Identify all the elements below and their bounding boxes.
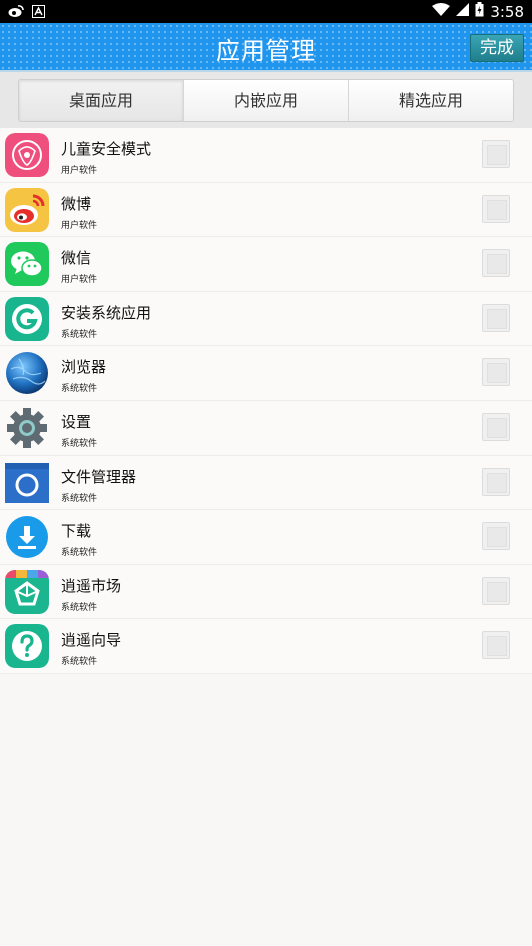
tab-embedded-apps[interactable]: 内嵌应用: [183, 80, 348, 121]
notification-icons: [8, 3, 45, 22]
app-type: 用户软件: [61, 166, 98, 176]
done-button[interactable]: 完成: [470, 34, 524, 62]
app-type: 用户软件: [61, 220, 98, 231]
app-market-icon: [5, 569, 49, 614]
app-checkbox[interactable]: [482, 631, 510, 660]
list-item[interactable]: 微信 用户软件: [0, 237, 532, 292]
list-item[interactable]: 文件管理器 系统软件: [0, 455, 532, 511]
app-name: 微信: [61, 249, 92, 268]
app-type: 系统软件: [61, 438, 98, 449]
app-screen: 3:58 应用管理 完成 桌面应用 内嵌应用 精选应用 儿童安全模式 用户软件: [0, 0, 532, 946]
list-item[interactable]: 儿童安全模式 用户软件: [0, 128, 532, 183]
help-guide-icon: [5, 624, 49, 669]
title-bar: 应用管理 完成: [0, 23, 532, 70]
segmented-tabs: 桌面应用 内嵌应用 精选应用: [18, 79, 514, 122]
child-safety-icon: [5, 133, 49, 177]
list-item[interactable]: 微博 用户软件: [0, 182, 532, 238]
install-system-app-icon: [5, 296, 49, 341]
app-checkbox[interactable]: [482, 522, 510, 551]
app-type: 系统软件: [61, 384, 98, 395]
app-notification-icon: [32, 3, 45, 22]
app-name: 浏览器: [61, 358, 107, 377]
app-name: 安装系统应用: [61, 303, 152, 322]
list-item[interactable]: 逍遥市场 系统软件: [0, 564, 532, 620]
tab-featured-apps[interactable]: 精选应用: [348, 80, 513, 121]
app-name: 下载: [61, 522, 92, 541]
app-checkbox[interactable]: [482, 576, 510, 605]
battery-icon: [475, 2, 484, 21]
weibo-icon: [5, 187, 49, 232]
list-item[interactable]: 浏览器 系统软件: [0, 346, 532, 401]
app-checkbox[interactable]: [482, 412, 510, 441]
app-checkbox[interactable]: [482, 140, 510, 168]
status-time: 3:58: [490, 2, 524, 21]
status-bar: 3:58: [0, 0, 532, 23]
system-status: 3:58: [432, 1, 524, 22]
app-name: 儿童安全模式: [61, 140, 152, 158]
weibo-notification-icon: [8, 3, 24, 22]
signal-icon: [456, 2, 470, 21]
app-checkbox[interactable]: [482, 467, 510, 496]
app-name: 设置: [61, 412, 92, 431]
list-item[interactable]: 下载 系统软件: [0, 510, 532, 565]
app-type: 用户软件: [61, 275, 98, 286]
wechat-icon: [5, 242, 49, 287]
app-name: 逍遥市场: [61, 576, 122, 595]
app-checkbox[interactable]: [482, 358, 510, 387]
app-type: 系统软件: [61, 329, 98, 340]
list-item[interactable]: 安装系统应用 系统软件: [0, 291, 532, 347]
download-icon: [5, 515, 49, 559]
page-title: 应用管理: [216, 37, 316, 65]
wifi-icon: [432, 2, 451, 21]
app-type: 系统软件: [61, 548, 98, 559]
tab-bar: 桌面应用 内嵌应用 精选应用: [0, 72, 532, 128]
app-name: 微博: [61, 194, 92, 213]
list-item[interactable]: 设置 系统软件: [0, 400, 532, 456]
file-manager-icon: [5, 461, 49, 505]
browser-globe-icon: [5, 351, 49, 395]
app-checkbox[interactable]: [482, 303, 510, 332]
app-list: 儿童安全模式 用户软件 微博 用户软件 微信 用户软件 安装系统应用 系统软件 …: [0, 128, 532, 674]
list-item[interactable]: 逍遥向导 系统软件: [0, 619, 532, 674]
app-checkbox[interactable]: [482, 194, 510, 223]
app-type: 系统软件: [61, 602, 98, 613]
gear-icon: [5, 406, 49, 450]
app-type: 系统软件: [61, 657, 98, 668]
app-name: 文件管理器: [61, 467, 137, 486]
tab-desktop-apps[interactable]: 桌面应用: [19, 80, 183, 121]
app-checkbox[interactable]: [482, 249, 510, 278]
app-name: 逍遥向导: [61, 631, 122, 650]
app-type: 系统软件: [61, 493, 98, 504]
